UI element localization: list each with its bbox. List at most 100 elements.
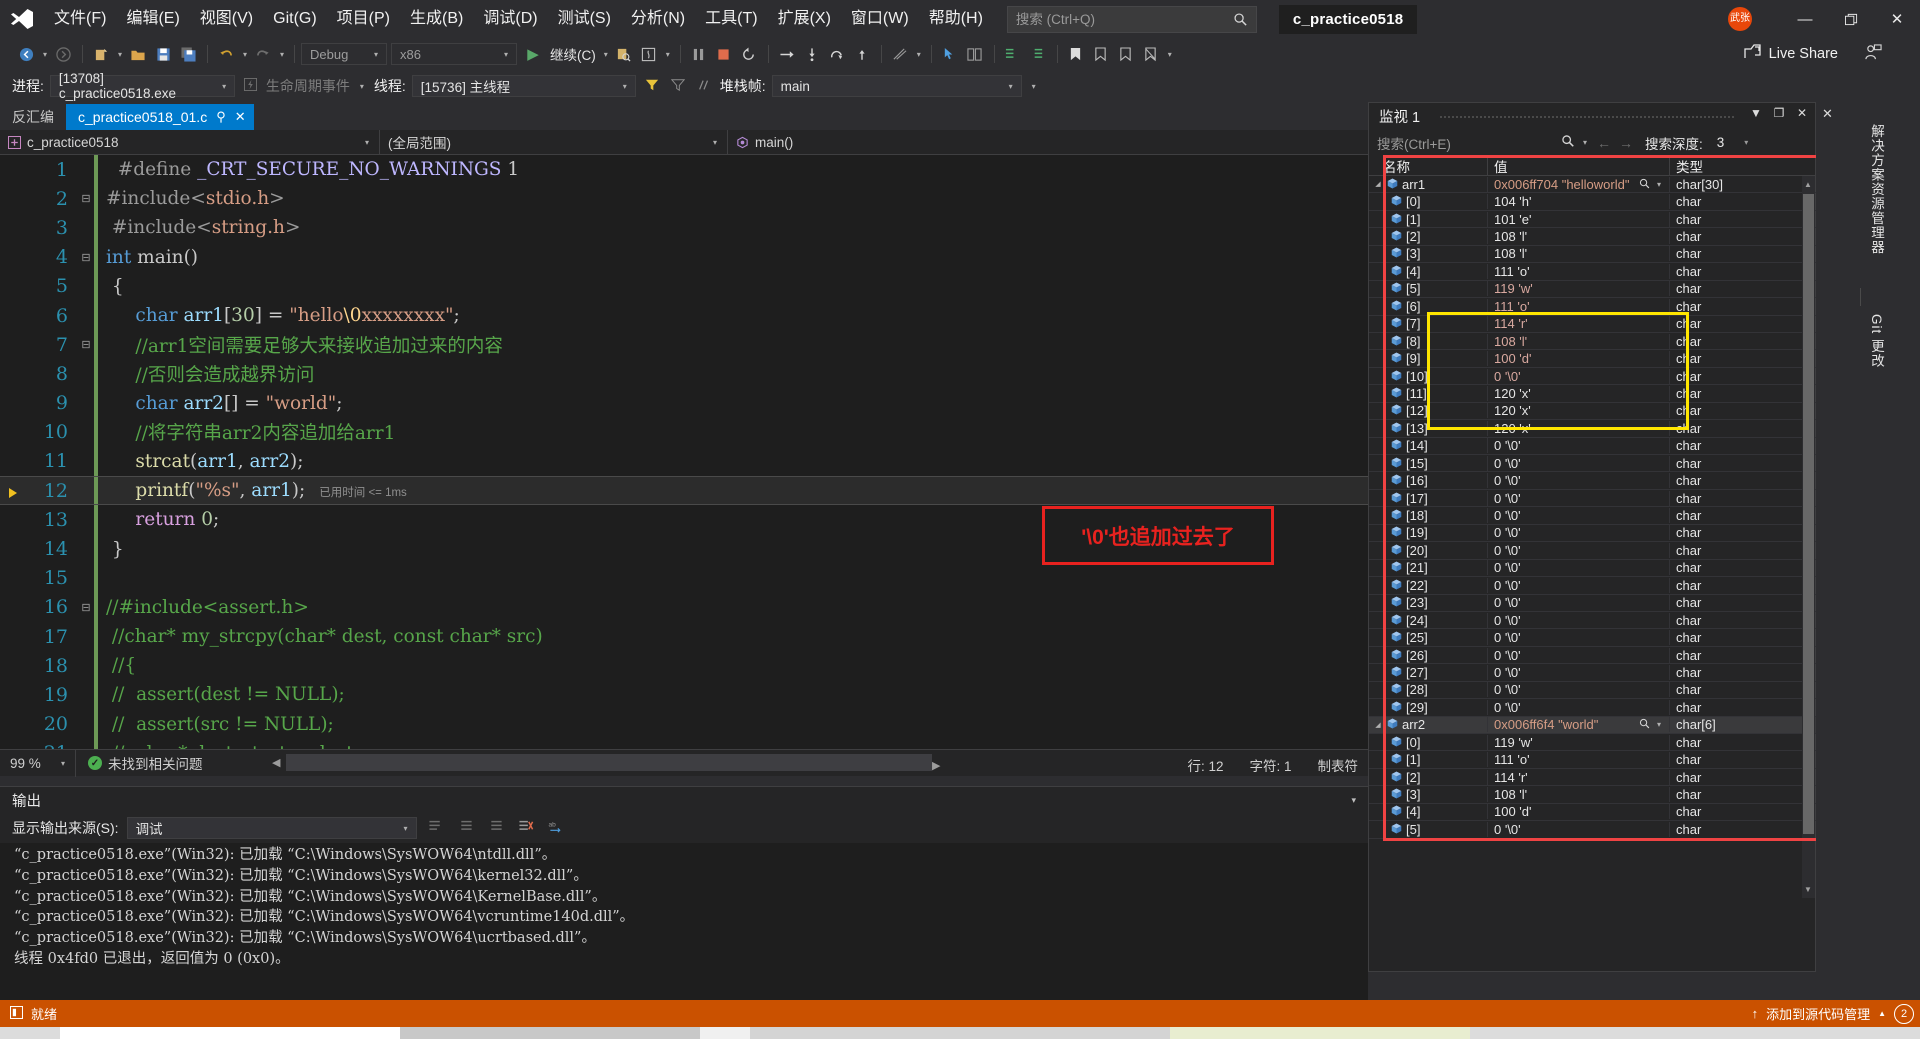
menu-tools[interactable]: 工具(T): [695, 5, 767, 33]
tab-source-file[interactable]: c_practice0518_01.c ⚲ ✕: [66, 104, 254, 130]
scroll-right-icon[interactable]: ▶: [932, 759, 940, 772]
watch-row-value-cell[interactable]: 0x006ff704 "helloworld" ▾: [1487, 176, 1669, 192]
diagnostics-caret-icon[interactable]: ▾: [913, 50, 925, 59]
toggle-wordwrap-icon[interactable]: [455, 819, 477, 837]
show-next-statement-icon[interactable]: [775, 42, 799, 66]
lifecycle-caret-icon[interactable]: ▾: [356, 82, 368, 91]
stackframe-combo[interactable]: main ▾: [771, 75, 1022, 97]
comment-selection-icon[interactable]: [1001, 42, 1025, 66]
code-line[interactable]: 21 // char* dest_start = dest;: [0, 738, 1368, 749]
diagnostics-icon[interactable]: [888, 42, 912, 66]
maximize-icon[interactable]: ❐: [1772, 106, 1786, 120]
bell-icon[interactable]: 2: [1894, 1003, 1914, 1024]
save-all-icon[interactable]: [176, 42, 200, 66]
watch-row-value-cell[interactable]: 0 '\0': [1487, 647, 1669, 663]
watch-row-value-cell[interactable]: 108 'l': [1487, 229, 1669, 245]
menu-file[interactable]: 文件(F): [44, 5, 116, 33]
watch-row[interactable]: [3] 108 'l' char: [1369, 246, 1817, 264]
watch-row-value-cell[interactable]: 0 '\0': [1487, 699, 1669, 715]
code-line[interactable]: 20 // assert(src != NULL);: [0, 709, 1368, 739]
watch-row-value-cell[interactable]: 104 'h': [1487, 194, 1669, 210]
watch-row-name-cell[interactable]: [22]: [1369, 578, 1487, 593]
editor-gutter[interactable]: [0, 593, 28, 622]
step-into-icon[interactable]: [800, 42, 824, 66]
live-visual-tree-icon[interactable]: [963, 42, 987, 66]
watch-row-value-cell[interactable]: 0 '\0': [1487, 612, 1669, 628]
watch-row[interactable]: [17] 0 '\0' char: [1369, 490, 1817, 508]
nav-scope-combo[interactable]: (全局范围) ▾: [380, 129, 728, 155]
output-source-combo[interactable]: 调试 ▾: [126, 817, 417, 839]
editor-gutter[interactable]: [0, 710, 28, 739]
watch-row[interactable]: [12] 120 'x' char: [1369, 403, 1817, 421]
watch-row-value-cell[interactable]: 0 '\0': [1487, 490, 1669, 506]
watch-row-name-cell[interactable]: [18]: [1369, 508, 1487, 523]
watch-row[interactable]: [2] 108 'l' char: [1369, 228, 1817, 246]
editor-gutter[interactable]: [0, 535, 28, 564]
menu-debug[interactable]: 调试(D): [473, 5, 547, 33]
process-combo[interactable]: [13708] c_practice0518.exe ▾: [49, 71, 235, 101]
watch-row-name-cell[interactable]: [6]: [1369, 299, 1487, 314]
editor-gutter[interactable]: [0, 651, 28, 680]
chevron-down-icon[interactable]: ▾: [1744, 138, 1748, 147]
watch-row-name-cell[interactable]: [5]: [1369, 281, 1487, 296]
watch-row[interactable]: [25] 0 '\0' char: [1369, 629, 1817, 647]
watch-row[interactable]: [22] 0 '\0' char: [1369, 577, 1817, 595]
watch-row[interactable]: [1] 111 'o' char: [1369, 751, 1817, 769]
watch-row-name-cell[interactable]: [3]: [1369, 246, 1487, 261]
watch-row-name-cell[interactable]: [8]: [1369, 334, 1487, 349]
restart-icon[interactable]: [737, 42, 761, 66]
watch-row[interactable]: [8] 108 'l' char: [1369, 333, 1817, 351]
undo-icon[interactable]: [214, 42, 238, 66]
watch-row[interactable]: [24] 0 '\0' char: [1369, 612, 1817, 630]
watch-row-name-cell[interactable]: [13]: [1369, 421, 1487, 436]
code-line[interactable]: 5 {: [0, 271, 1368, 301]
watch-row-name-cell[interactable]: [19]: [1369, 525, 1487, 540]
watch-row-value-cell[interactable]: 100 'd': [1487, 351, 1669, 367]
next-bookmark-icon[interactable]: [1114, 42, 1138, 66]
watch-row-value-cell[interactable]: 108 'l': [1487, 333, 1669, 349]
column-header-value[interactable]: 值: [1487, 155, 1669, 176]
watch-row[interactable]: [3] 108 'l' char: [1369, 786, 1817, 804]
chevron-down-icon[interactable]: ▾: [1653, 180, 1665, 189]
uncomment-selection-icon[interactable]: [1026, 42, 1050, 66]
watch-row[interactable]: [5] 0 '\0' char: [1369, 821, 1817, 839]
new-project-caret-icon[interactable]: ▾: [114, 50, 126, 59]
search-icon[interactable]: [1561, 134, 1575, 151]
output-text-area[interactable]: “c_practice0518.exe”(Win32): 已加载 “C:\Win…: [0, 843, 1368, 1001]
continue-caret-icon[interactable]: ▾: [600, 50, 612, 59]
editor-gutter[interactable]: [0, 418, 28, 447]
clear-bookmarks-icon[interactable]: [1139, 42, 1163, 66]
watch-search-input[interactable]: 搜索(Ctrl+E): [1377, 133, 1557, 153]
editor-gutter[interactable]: [0, 213, 28, 242]
step-over-icon[interactable]: [825, 42, 849, 66]
code-line[interactable]: 10 //将字符串arr2内容追加给arr1: [0, 417, 1368, 447]
watch-row-value-cell[interactable]: 0 '\0': [1487, 473, 1669, 489]
watch-row-name-cell[interactable]: [24]: [1369, 613, 1487, 628]
editor-gutter[interactable]: [0, 564, 28, 593]
undo-caret-icon[interactable]: ▾: [239, 50, 251, 59]
close-icon[interactable]: ✕: [1795, 106, 1809, 120]
select-element-icon[interactable]: [938, 42, 962, 66]
nav-project-combo[interactable]: c_practice0518 ▾: [0, 129, 380, 155]
nav-member-combo[interactable]: main(): [728, 130, 1368, 155]
code-line[interactable]: 18 //{: [0, 651, 1368, 681]
code-line[interactable]: 6 char arr1[30] = "hello\0xxxxxxxx";: [0, 300, 1368, 331]
close-icon[interactable]: ✕: [1822, 106, 1833, 122]
watch-row[interactable]: [16] 0 '\0' char: [1369, 472, 1817, 490]
search-input[interactable]: [1015, 11, 1250, 27]
menu-extensions[interactable]: 扩展(X): [768, 5, 841, 33]
watch-row-value-cell[interactable]: 0 '\0': [1487, 455, 1669, 471]
taskbar-item[interactable]: [400, 1027, 700, 1039]
fold-toggle-icon[interactable]: ⊟: [78, 251, 94, 264]
watch-row[interactable]: [9] 100 'd' char: [1369, 350, 1817, 368]
minimize-icon[interactable]: —: [1782, 0, 1828, 38]
scrollbar-thumb[interactable]: [1803, 194, 1814, 834]
scroll-down-icon[interactable]: ▼: [1804, 885, 1812, 894]
watch-row[interactable]: [23] 0 '\0' char: [1369, 595, 1817, 612]
editor-gutter[interactable]: [0, 505, 28, 534]
watch-row-value-cell[interactable]: 119 'w': [1487, 281, 1669, 297]
hot-reload-caret-icon[interactable]: ▾: [662, 50, 674, 59]
watch-row-value-cell[interactable]: 120 'x': [1487, 385, 1669, 401]
watch-row[interactable]: [5] 119 'w' char: [1369, 281, 1817, 299]
watch-row-name-cell[interactable]: [10]: [1369, 369, 1487, 384]
